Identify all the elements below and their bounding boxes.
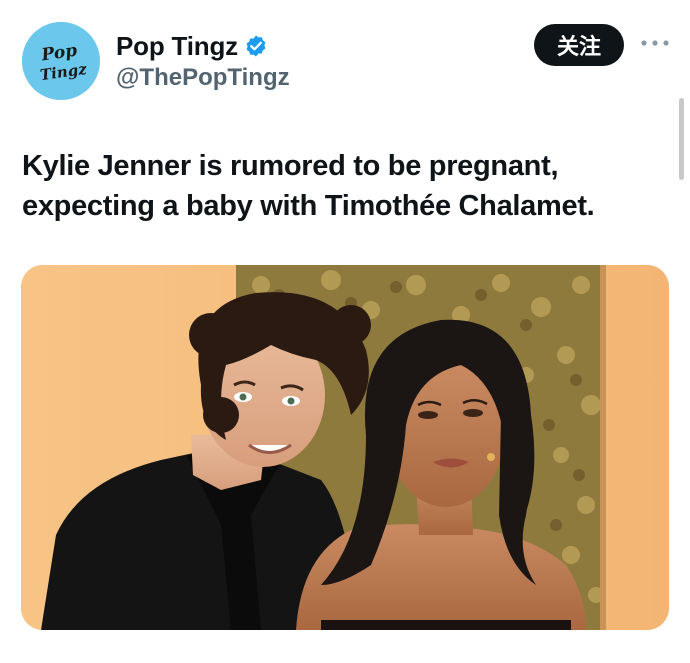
- follow-button[interactable]: 关注: [534, 24, 624, 66]
- user-handle[interactable]: @ThePopTingz: [116, 64, 290, 92]
- photo-illustration: [21, 265, 669, 630]
- avatar[interactable]: Pop Tingz: [22, 22, 100, 100]
- scrollbar-thumb[interactable]: [679, 98, 684, 180]
- more-options-button[interactable]: [638, 26, 672, 60]
- name-row: Pop Tingz: [116, 30, 290, 62]
- display-name[interactable]: Pop Tingz: [116, 31, 238, 62]
- user-info: Pop Tingz @ThePopTingz: [116, 30, 290, 92]
- avatar-logo: Pop Tingz: [22, 22, 100, 100]
- more-horizontal-icon: [641, 40, 669, 46]
- verified-badge-icon: [244, 34, 268, 58]
- tweet-card: Pop Tingz Pop Tingz @ThePopTingz 关注 Kyli…: [0, 0, 690, 663]
- tweet-text: Kylie Jenner is rumored to be pregnant, …: [22, 150, 595, 222]
- tweet-photo[interactable]: [21, 265, 669, 630]
